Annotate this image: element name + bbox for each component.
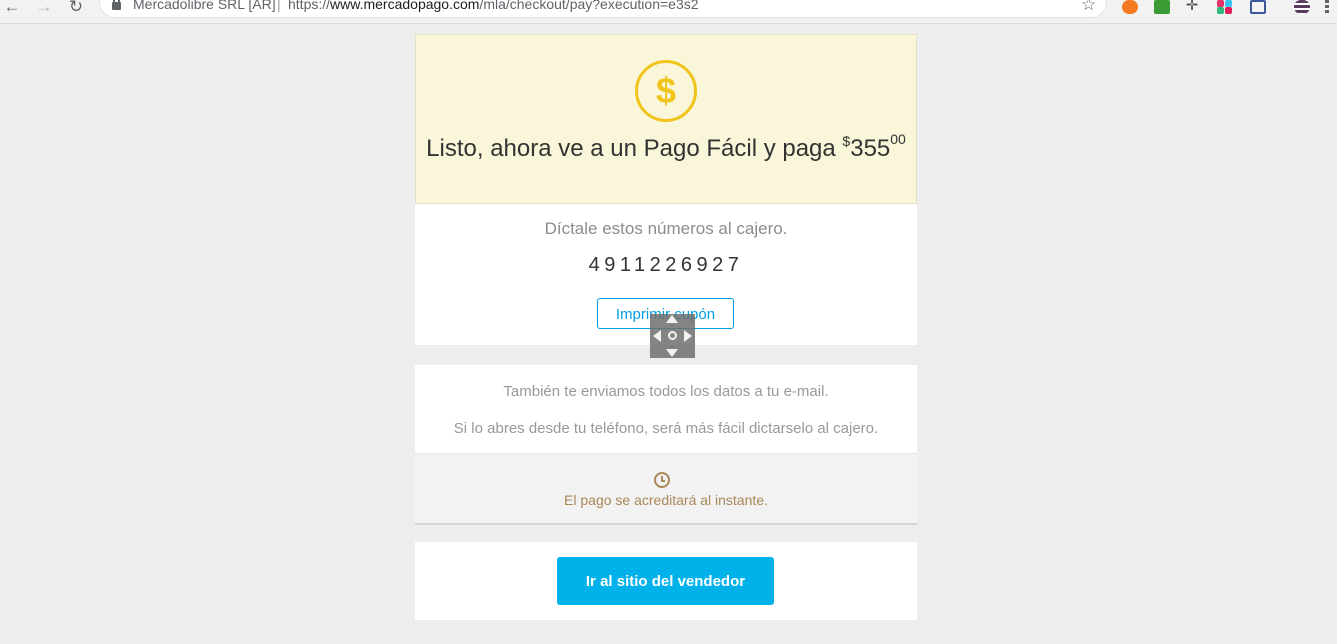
lock-icon[interactable]: [112, 0, 121, 10]
forward-button[interactable]: →: [34, 0, 54, 16]
url-host: www.mercadopago.com: [330, 0, 480, 12]
center-dot-icon: [668, 331, 677, 340]
title-text: Listo, ahora ve a un Pago Fácil y paga: [426, 135, 843, 162]
email-info-panel: También te enviamos todos los datos a tu…: [415, 365, 917, 525]
payment-summary: $ Listo, ahora ve a un Pago Fácil y paga…: [415, 34, 917, 204]
payment-instruction-title: Listo, ahora ve a un Pago Fácil y paga $…: [416, 131, 916, 163]
profile-avatar-icon[interactable]: [1294, 0, 1310, 14]
clock-icon: [654, 472, 670, 488]
url-text[interactable]: https://www.mercadopago.com/mla/checkout…: [288, 0, 699, 12]
back-button[interactable]: ←: [2, 0, 22, 16]
extension-frame-icon[interactable]: [1250, 0, 1266, 14]
move-cursor-icon[interactable]: [650, 314, 695, 358]
cashier-instruction: Díctale estos números al cajero.: [544, 219, 788, 238]
phone-tip-text: Si lo abres desde tu teléfono, será más …: [453, 420, 879, 437]
arrow-up-icon: [666, 315, 678, 323]
bookmark-star-icon[interactable]: ☆: [1081, 0, 1096, 13]
browser-toolbar: ← → ↻ Mercadolibre SRL [AR] | https://ww…: [0, 0, 1337, 24]
email-sent-text: También te enviamos todos los datos a tu…: [503, 383, 829, 400]
url-separator: |: [277, 0, 281, 12]
extension-green-icon[interactable]: [1154, 0, 1170, 14]
dollar-coin-icon: $: [635, 60, 697, 122]
site-identity[interactable]: Mercadolibre SRL [AR]: [133, 0, 276, 12]
arrow-left-icon: [653, 330, 661, 342]
payment-code: 4911226927: [588, 254, 744, 276]
url-path: /mla/checkout/pay?execution=e3s2: [479, 0, 699, 12]
extension-colorful-icon[interactable]: [1217, 0, 1233, 14]
extension-orange-icon[interactable]: [1122, 0, 1138, 14]
action-panel: Ir al sitio del vendedor: [415, 542, 917, 620]
url-scheme: https://: [288, 0, 331, 12]
go-to-vendor-button[interactable]: Ir al sitio del vendedor: [557, 557, 774, 605]
browser-menu-icon[interactable]: [1325, 0, 1329, 14]
amount-units: 355: [850, 135, 891, 162]
reload-button[interactable]: ↻: [66, 0, 86, 16]
arrow-down-icon: [666, 349, 678, 357]
accreditation-notice: El pago se acreditará al instante.: [415, 453, 917, 523]
extension-crosshair-icon[interactable]: ✛: [1184, 0, 1200, 14]
amount-cents: 00: [890, 131, 906, 147]
accreditation-text: El pago se acreditará al instante.: [564, 492, 768, 508]
arrow-right-icon: [684, 330, 692, 342]
